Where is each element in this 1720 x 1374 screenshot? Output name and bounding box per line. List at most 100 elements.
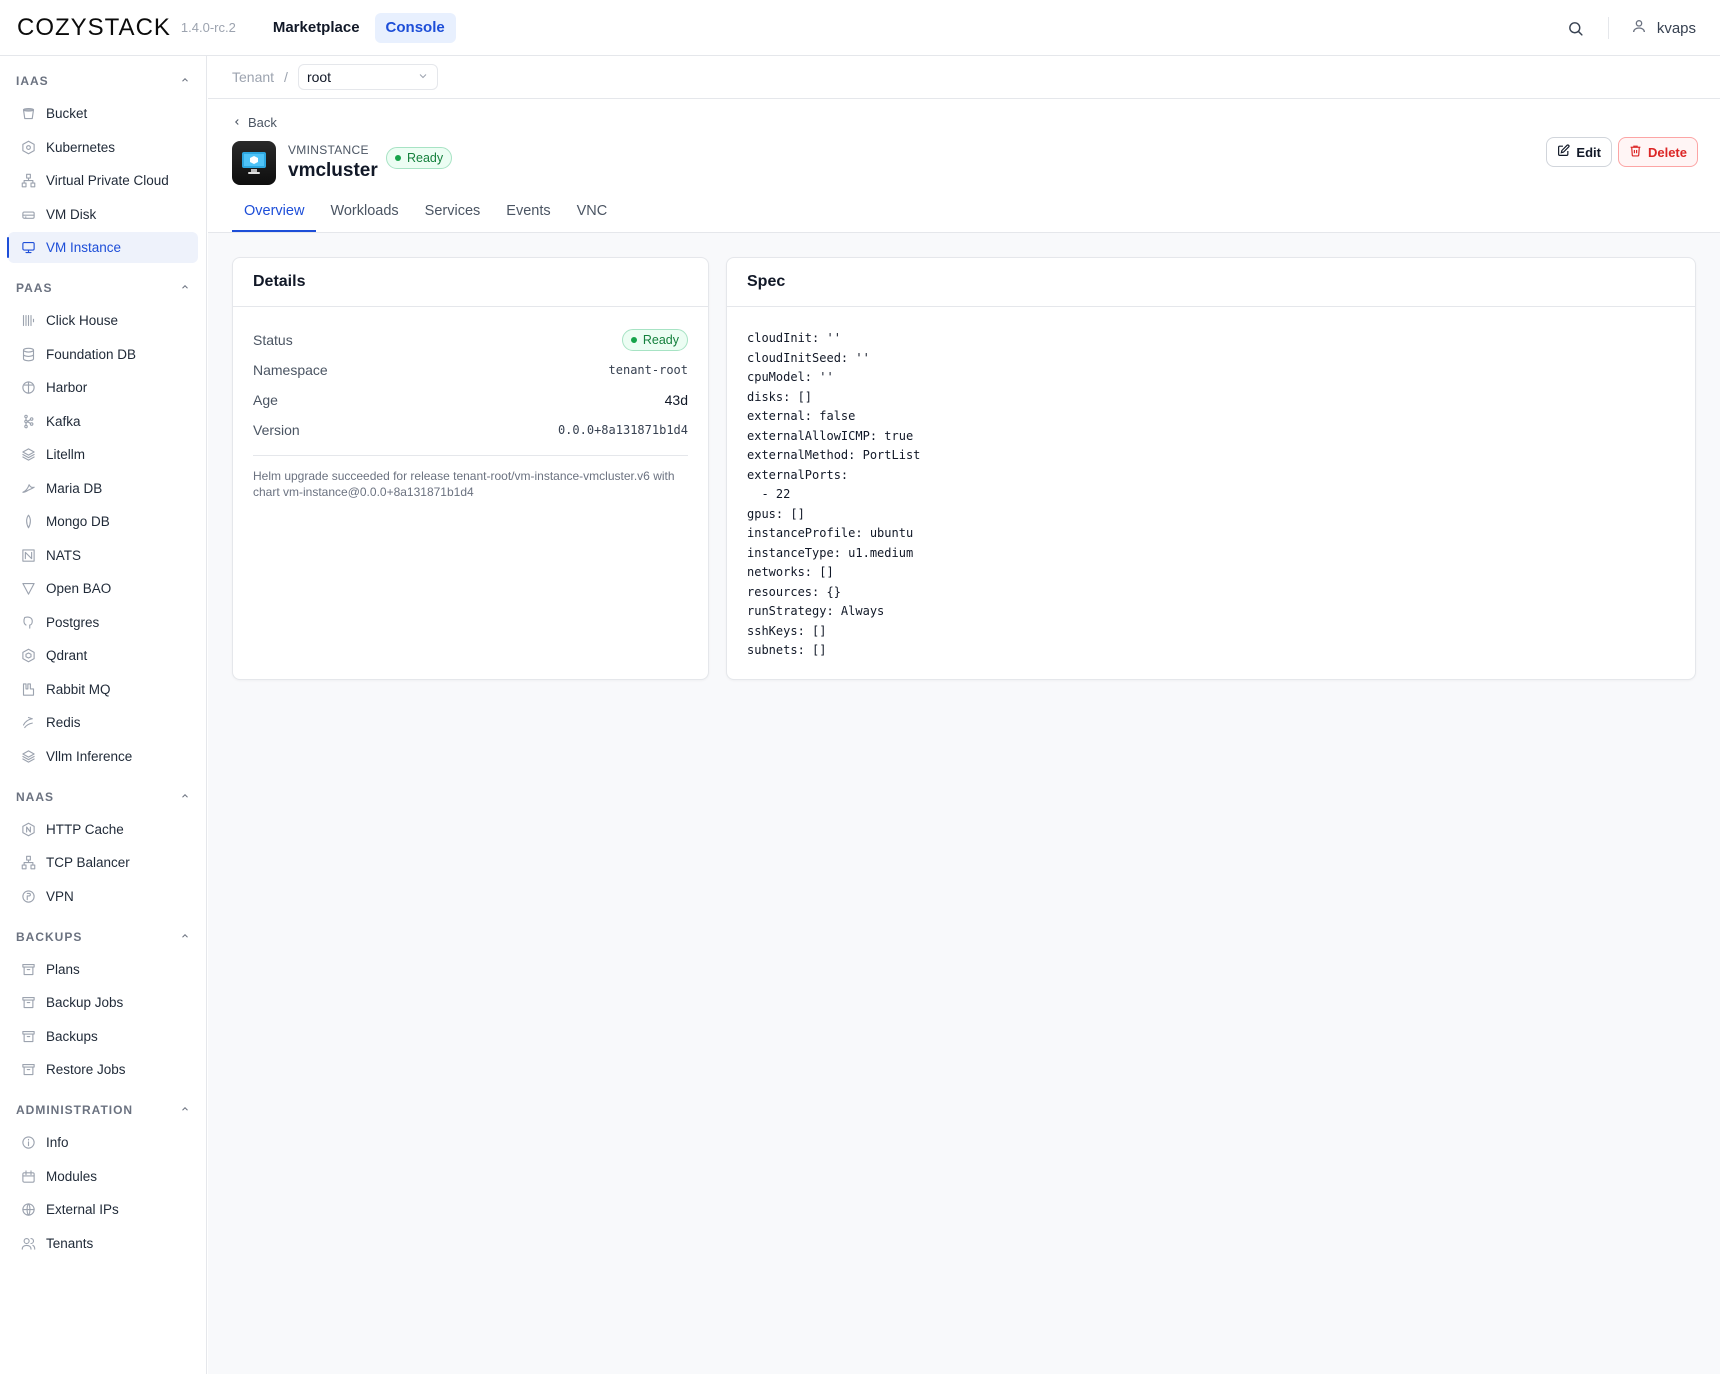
- sidebar-section-title: BACKUPS: [16, 929, 83, 944]
- sidebar-item-kubernetes[interactable]: Kubernetes: [8, 132, 198, 163]
- globe-icon: [20, 1202, 36, 1218]
- disk-icon: [20, 206, 36, 222]
- sidebar-item-foundation-db[interactable]: Foundation DB: [8, 339, 198, 370]
- overview-cards: Details Status Ready Namespace tenant-ro…: [232, 257, 1696, 680]
- sidebar-item-qdrant[interactable]: Qdrant: [8, 640, 198, 671]
- helm-status-note: Helm upgrade succeeded for release tenan…: [253, 469, 675, 499]
- sidebar-item-maria-db[interactable]: Maria DB: [8, 473, 198, 504]
- search-icon[interactable]: [1566, 18, 1586, 38]
- rabbitmq-icon: [20, 681, 36, 697]
- resource-name: vmcluster: [288, 160, 378, 181]
- sidebar-item-backup-jobs[interactable]: Backup Jobs: [8, 987, 198, 1018]
- top-right-tools: kvaps: [1566, 0, 1696, 56]
- sidebar-item-label: Backups: [46, 1028, 98, 1044]
- details-row-version: Version 0.0.0+8a131871b1d4: [253, 415, 688, 445]
- tab-overview[interactable]: Overview: [232, 192, 317, 232]
- back-link[interactable]: Back: [232, 115, 277, 130]
- sidebar-item-open-bao[interactable]: Open BAO: [8, 573, 198, 604]
- app-logo[interactable]: COZYSTACK: [17, 14, 171, 42]
- status-badge-label: Ready: [407, 151, 444, 165]
- tab-workloads[interactable]: Workloads: [318, 192, 410, 232]
- tab-vnc[interactable]: VNC: [565, 192, 620, 232]
- sidebar-section-backups[interactable]: BACKUPS: [0, 920, 206, 954]
- resource-tabs: Overview Workloads Services Events VNC: [232, 192, 619, 232]
- sidebar-section-administration[interactable]: ADMINISTRATION: [0, 1093, 206, 1127]
- chevron-up-icon: [180, 930, 190, 944]
- user-menu[interactable]: kvaps: [1631, 18, 1696, 38]
- sidebar-item-harbor[interactable]: Harbor: [8, 372, 198, 403]
- sidebar-item-postgres[interactable]: Postgres: [8, 607, 198, 638]
- resource-header: Back VMINSTANCE vmcluster Ready Edit Del…: [208, 99, 1720, 233]
- sidebar-item-label: Postgres: [46, 614, 100, 630]
- sidebar-item-nats[interactable]: NATS: [8, 540, 198, 571]
- resource-kind: VMINSTANCE: [288, 143, 369, 157]
- layers-icon: [20, 748, 36, 764]
- sidebar-item-label: Maria DB: [46, 480, 103, 496]
- divider: [253, 455, 688, 456]
- sidebar-item-label: Info: [46, 1135, 69, 1150]
- trash-icon: [1629, 144, 1642, 160]
- sidebar-item-label: Rabbit MQ: [46, 681, 111, 697]
- sidebar-item-virtual-private-cloud[interactable]: Virtual Private Cloud: [8, 165, 198, 196]
- back-label: Back: [248, 115, 277, 130]
- sidebar-section-iaas[interactable]: IAAS: [0, 64, 206, 98]
- sidebar-item-vpn[interactable]: VPN: [8, 881, 198, 912]
- edit-icon: [1557, 144, 1570, 160]
- mariadb-icon: [20, 480, 36, 496]
- sidebar-item-label: Kafka: [46, 413, 81, 429]
- sidebar-section-paas[interactable]: PAAS: [0, 271, 206, 305]
- sidebar-item-http-cache[interactable]: HTTP Cache: [8, 814, 198, 845]
- details-value: 43d: [664, 392, 688, 408]
- archive-icon: [20, 1028, 36, 1044]
- tab-services[interactable]: Services: [413, 192, 493, 232]
- status-badge: Ready: [386, 147, 453, 169]
- delete-button[interactable]: Delete: [1617, 137, 1698, 167]
- sidebar-item-tcp-balancer[interactable]: TCP Balancer: [8, 847, 198, 878]
- sidebar-item-external-ips[interactable]: External IPs: [8, 1194, 198, 1225]
- top-nav: Marketplace Console: [262, 12, 456, 43]
- chevron-up-icon: [180, 790, 190, 804]
- sidebar-item-bucket[interactable]: Bucket: [8, 98, 198, 129]
- sidebar-item-info[interactable]: Info: [8, 1127, 198, 1158]
- sidebar-item-kafka[interactable]: Kafka: [8, 406, 198, 437]
- status-badge-label: Ready: [642, 333, 679, 347]
- tenant-select-value: root: [306, 69, 332, 85]
- sidebar-item-label: Bucket: [46, 106, 88, 121]
- sidebar-item-mongo-db[interactable]: Mongo DB: [8, 506, 198, 537]
- tenant-select[interactable]: root: [297, 64, 438, 90]
- sidebar-item-label: Qdrant: [46, 648, 88, 663]
- sidebar: IAAS Bucket Kubernetes Virtual Private Clou…: [0, 56, 207, 1374]
- spec-yaml: cloudInit: '' cloudInitSeed: '' cpuModel…: [747, 331, 921, 657]
- qdrant-icon: [20, 648, 36, 664]
- sidebar-item-click-house[interactable]: Click House: [8, 305, 198, 336]
- topnav-marketplace[interactable]: Marketplace: [262, 13, 371, 43]
- sidebar-item-redis[interactable]: Redis: [8, 707, 198, 738]
- spec-card-title: Spec: [727, 258, 1695, 307]
- sidebar-item-restore-jobs[interactable]: Restore Jobs: [8, 1054, 198, 1085]
- sidebar-item-vllm-inference[interactable]: Vllm Inference: [8, 741, 198, 772]
- sidebar-section-naas[interactable]: NAAS: [0, 780, 206, 814]
- package-icon: [20, 1168, 36, 1184]
- details-row-status: Status Ready: [253, 325, 688, 355]
- bucket-icon: [20, 106, 36, 122]
- sidebar-item-vm-disk[interactable]: VM Disk: [8, 199, 198, 230]
- sidebar-item-label: Vllm Inference: [46, 748, 133, 764]
- details-row-age: Age 43d: [253, 385, 688, 415]
- sidebar-item-backups[interactable]: Backups: [8, 1021, 198, 1052]
- sidebar-item-plans[interactable]: Plans: [8, 954, 198, 985]
- chevron-up-icon: [180, 74, 190, 88]
- topnav-console[interactable]: Console: [374, 12, 456, 43]
- tab-events[interactable]: Events: [494, 192, 562, 232]
- user-name: kvaps: [1656, 19, 1696, 37]
- sidebar-item-tenants[interactable]: Tenants: [8, 1228, 198, 1259]
- edit-button[interactable]: Edit: [1546, 137, 1612, 167]
- sidebar-item-label: TCP Balancer: [46, 855, 130, 870]
- sidebar-item-modules[interactable]: Modules: [8, 1161, 198, 1192]
- sidebar-item-label: Restore Jobs: [46, 1062, 126, 1077]
- sidebar-item-litellm[interactable]: Litellm: [8, 439, 198, 470]
- sidebar-item-vm-instance[interactable]: VM Instance: [7, 232, 198, 263]
- breadcrumb-separator: /: [284, 69, 288, 85]
- breadcrumb-tenant-label[interactable]: Tenant: [232, 69, 274, 85]
- status-dot-icon: [630, 337, 637, 343]
- sidebar-item-rabbit-mq[interactable]: Rabbit MQ: [8, 674, 198, 705]
